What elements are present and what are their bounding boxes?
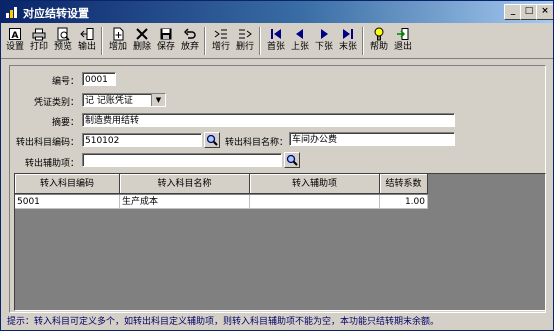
window-title: 对应结转设置 (23, 7, 89, 20)
search-icon (286, 154, 298, 166)
printer-icon (32, 28, 46, 41)
add-row-icon (214, 29, 227, 39)
settings-button[interactable]: A 设置 (4, 26, 26, 56)
exit-button[interactable]: 退出 (392, 26, 414, 56)
title-bar: 对应结转设置 _ □ × (1, 1, 553, 23)
first-button[interactable]: 首张 (265, 26, 287, 56)
toolbar: A 设置 打印 预览 输出 增加 删除 保存 放弃 增行 删行 首张 上张 下张… (1, 24, 553, 59)
column-header[interactable]: 转入科目名称 (120, 174, 250, 194)
previous-button[interactable]: 上张 (289, 26, 311, 56)
out-account-code-field[interactable]: 510102 (82, 133, 202, 147)
last-button[interactable]: 末张 (337, 26, 359, 56)
add-row-button[interactable]: 增行 (210, 26, 232, 56)
table-cell[interactable]: 生产成本 (120, 195, 250, 209)
search-icon (206, 134, 218, 146)
summary-label: 摘要： (51, 118, 79, 128)
out-aux-field[interactable] (82, 153, 282, 167)
out-aux-lookup-button[interactable] (284, 152, 300, 168)
out-account-lookup-button[interactable] (204, 132, 220, 148)
number-label: 编号： (51, 77, 79, 87)
column-header[interactable]: 转入辅助项 (250, 174, 380, 194)
summary-field[interactable]: 制造费用结转 (82, 113, 455, 127)
table-cell[interactable]: 5001 (15, 195, 120, 209)
voucher-type-value: 记 记账凭证 (85, 96, 133, 106)
discard-button[interactable]: 放弃 (179, 26, 201, 56)
table-cell[interactable] (250, 195, 380, 209)
previous-icon (296, 29, 303, 39)
chevron-down-icon[interactable]: ▼ (151, 94, 165, 106)
out-account-code-label: 转出科目编码： (15, 138, 79, 148)
save-button[interactable]: 保存 (155, 26, 177, 56)
transfer-grid: 转入科目编码 转入科目名称 转入辅助项 结转系数 5001 生产成本 1.00 (14, 173, 546, 311)
next-icon (321, 29, 328, 39)
column-header[interactable]: 转入科目编码 (15, 174, 120, 194)
table-cell[interactable]: 1.00 (380, 195, 428, 209)
svg-text:A: A (12, 31, 19, 41)
help-icon (374, 27, 384, 41)
next-button[interactable]: 下张 (313, 26, 335, 56)
add-icon (113, 27, 124, 41)
last-icon (343, 29, 353, 39)
column-header[interactable]: 结转系数 (380, 174, 428, 194)
export-icon (80, 28, 94, 40)
preview-icon (57, 27, 70, 41)
save-icon (160, 28, 172, 40)
out-account-name-label: 转出科目名称： (225, 138, 289, 148)
window: 对应结转设置 _ □ × A 设置 打印 预览 输出 增加 删除 保存 放弃 增… (0, 0, 554, 331)
out-aux-label: 转出辅助项： (24, 159, 79, 169)
settings-icon: A (9, 28, 21, 41)
print-button[interactable]: 打印 (28, 26, 50, 56)
voucher-type-label: 凭证类别： (33, 98, 79, 108)
delete-icon (136, 28, 148, 40)
help-button[interactable]: 帮助 (368, 26, 390, 56)
preview-button[interactable]: 预览 (52, 26, 74, 56)
app-icon (6, 7, 17, 18)
undo-icon (183, 28, 196, 39)
out-account-name-field[interactable]: 车间办公费 (289, 132, 455, 146)
delete-row-icon (239, 29, 252, 39)
close-button[interactable]: × (536, 4, 553, 20)
status-bar: 提示：转入科目可定义多个，如转出科目定义辅助项，则转入科目辅助项不能为空，本功能… (7, 317, 440, 327)
delete-button[interactable]: 删除 (131, 26, 153, 56)
first-icon (271, 29, 281, 39)
exit-icon (397, 28, 409, 40)
export-button[interactable]: 输出 (76, 26, 98, 56)
number-field[interactable]: 0001 (82, 72, 116, 86)
voucher-type-select[interactable]: 记 记账凭证 ▼ (82, 93, 166, 107)
add-button[interactable]: 增加 (107, 26, 129, 56)
delete-row-button[interactable]: 删行 (234, 26, 256, 56)
